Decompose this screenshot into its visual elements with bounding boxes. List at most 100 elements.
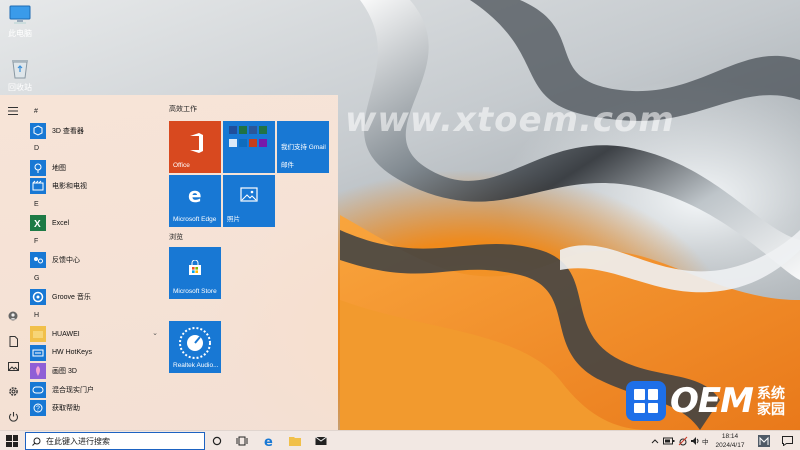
user-icon[interactable] xyxy=(5,308,21,324)
tile-gmail-text: 我们支持 Gmail xyxy=(281,144,326,151)
app-label: 画图 3D xyxy=(52,368,77,376)
app-item-get-help[interactable]: ? 获取帮助 xyxy=(30,399,162,418)
taskbar: 在此键入进行搜索 e 中 18:14 2024/4/17 xyxy=(0,430,800,450)
app-label: 反馈中心 xyxy=(52,257,80,265)
group-letter[interactable]: E xyxy=(30,196,162,215)
group-letter[interactable]: G xyxy=(30,270,162,289)
show-hidden-icons[interactable] xyxy=(648,434,662,448)
mixed-reality-icon xyxy=(30,381,46,398)
search-placeholder: 在此键入进行搜索 xyxy=(46,436,110,446)
tile-label: 邮件 xyxy=(281,162,294,169)
app-item-groove-music[interactable]: Groove 音乐 xyxy=(30,288,162,307)
realtek-audio-icon xyxy=(179,327,211,359)
feedback-hub-icon xyxy=(30,252,46,269)
tile-mail[interactable]: 我们支持 Gmail 邮件 xyxy=(277,121,329,173)
groove-music-icon xyxy=(30,289,46,306)
start-button[interactable] xyxy=(6,435,18,447)
tile-label: Realtek Audio... xyxy=(173,362,219,369)
power-icon[interactable] xyxy=(5,408,21,424)
app-label: 混合现实门户 xyxy=(52,386,94,394)
app-label: HUAWEI xyxy=(52,330,80,338)
brand-subtitle-line2: 家园 xyxy=(756,401,785,417)
tile-label: Office xyxy=(173,162,190,169)
document-icon[interactable] xyxy=(5,333,21,349)
svg-text:e: e xyxy=(188,185,202,205)
app-label: HW HotKeys xyxy=(52,349,93,357)
app-label: Excel xyxy=(52,219,70,227)
tiles-area: 高效工作 Office 我们支持 Gmail 邮件 e Microsoft Ed… xyxy=(169,103,339,373)
app-item-feedback-hub[interactable]: 反馈中心 xyxy=(30,251,162,270)
hw-hotkeys-icon xyxy=(30,344,46,361)
edge-icon: e xyxy=(188,185,202,205)
oem-brand-logo: OEM 系统 家园 xyxy=(626,378,785,424)
app-label: 获取帮助 xyxy=(52,405,80,413)
tile-label: Microsoft Store xyxy=(173,288,217,295)
desktop-icon-label: 回收站 xyxy=(8,83,32,92)
photos-icon xyxy=(240,187,258,202)
svg-text:e: e xyxy=(264,435,273,447)
app-label: 3D 查看器 xyxy=(52,127,84,135)
store-bag-icon xyxy=(189,260,201,275)
edge-icon[interactable]: e xyxy=(262,434,276,448)
svg-text:X: X xyxy=(34,219,41,230)
settings-icon[interactable] xyxy=(5,383,21,399)
group-letter[interactable]: # xyxy=(30,103,162,122)
folder-icon xyxy=(30,326,46,343)
app-item-3d-viewer[interactable]: 3D 查看器 xyxy=(30,122,162,141)
maps-icon xyxy=(30,159,46,176)
hamburger-menu-icon[interactable] xyxy=(5,103,21,119)
tile-label: 照片 xyxy=(227,216,240,223)
chevron-down-icon[interactable]: ⌄ xyxy=(152,329,158,337)
group-letter[interactable]: D xyxy=(30,140,162,159)
brand-subtitle-line1: 系统 xyxy=(756,385,785,401)
app-item-mixed-reality[interactable]: 混合现实门户 xyxy=(30,381,162,400)
tile-photos[interactable]: 照片 xyxy=(223,175,275,227)
office-apps-icon xyxy=(229,126,267,147)
group-letter[interactable]: F xyxy=(30,233,162,252)
start-menu: # 3D 查看器 D 地图 电影和电视 E X Excel F 反馈中心 G G… xyxy=(0,95,338,430)
paint-3d-icon xyxy=(30,363,46,380)
file-explorer-icon[interactable] xyxy=(288,434,302,448)
desktop-icon-label: 此电脑 xyxy=(8,29,32,38)
clock[interactable]: 18:14 2024/4/17 xyxy=(708,432,752,450)
tile-edge[interactable]: e Microsoft Edge xyxy=(169,175,221,227)
app-item-paint-3d[interactable]: 画图 3D xyxy=(30,362,162,381)
get-help-icon: ? xyxy=(30,400,46,417)
pictures-icon[interactable] xyxy=(5,358,21,374)
app-item-excel[interactable]: X Excel xyxy=(30,214,162,233)
app-item-huawei-folder[interactable]: HUAWEI ⌄ xyxy=(30,325,162,344)
this-pc-icon xyxy=(9,5,31,24)
watermark-text: www.xtoem.com xyxy=(345,100,675,140)
windows-logo-icon xyxy=(626,381,666,421)
app-item-movies-tv[interactable]: 电影和电视 xyxy=(30,177,162,196)
app-label: 电影和电视 xyxy=(52,183,87,191)
clock-time: 18:14 xyxy=(721,433,739,440)
task-view-icon[interactable] xyxy=(235,434,249,448)
battery-icon[interactable] xyxy=(662,434,676,448)
tile-label: Microsoft Edge xyxy=(173,216,217,223)
search-icon xyxy=(32,437,41,446)
volume-icon[interactable] xyxy=(688,434,702,448)
app-label: 地图 xyxy=(52,164,66,172)
taskbar-search-box[interactable]: 在此键入进行搜索 xyxy=(25,432,205,450)
desktop-icon-this-pc[interactable]: 此电脑 xyxy=(0,4,40,39)
recycle-bin-icon xyxy=(12,60,28,79)
app-tray-icon[interactable] xyxy=(757,434,771,448)
app-item-maps[interactable]: 地图 xyxy=(30,159,162,178)
tile-office-apps[interactable] xyxy=(223,121,275,173)
group-letter[interactable]: H xyxy=(30,307,162,326)
app-item-hw-hotkeys[interactable]: HW HotKeys xyxy=(30,344,162,363)
tile-office[interactable]: Office xyxy=(169,121,221,173)
brand-text: OEM xyxy=(670,381,754,421)
movies-tv-icon xyxy=(30,178,46,195)
brand-subtitle: 系统 家园 xyxy=(757,385,785,417)
desktop-icon-recycle-bin[interactable]: 回收站 xyxy=(0,56,40,93)
notification-center-icon[interactable] xyxy=(780,434,794,448)
app-label: Groove 音乐 xyxy=(52,294,91,302)
mail-icon[interactable] xyxy=(314,434,328,448)
svg-text:?: ? xyxy=(36,406,40,413)
cortana-icon[interactable] xyxy=(210,434,224,448)
tile-microsoft-store[interactable]: Microsoft Store xyxy=(169,247,221,299)
tile-realtek-audio[interactable]: Realtek Audio... xyxy=(169,321,221,373)
excel-icon: X xyxy=(30,215,46,232)
